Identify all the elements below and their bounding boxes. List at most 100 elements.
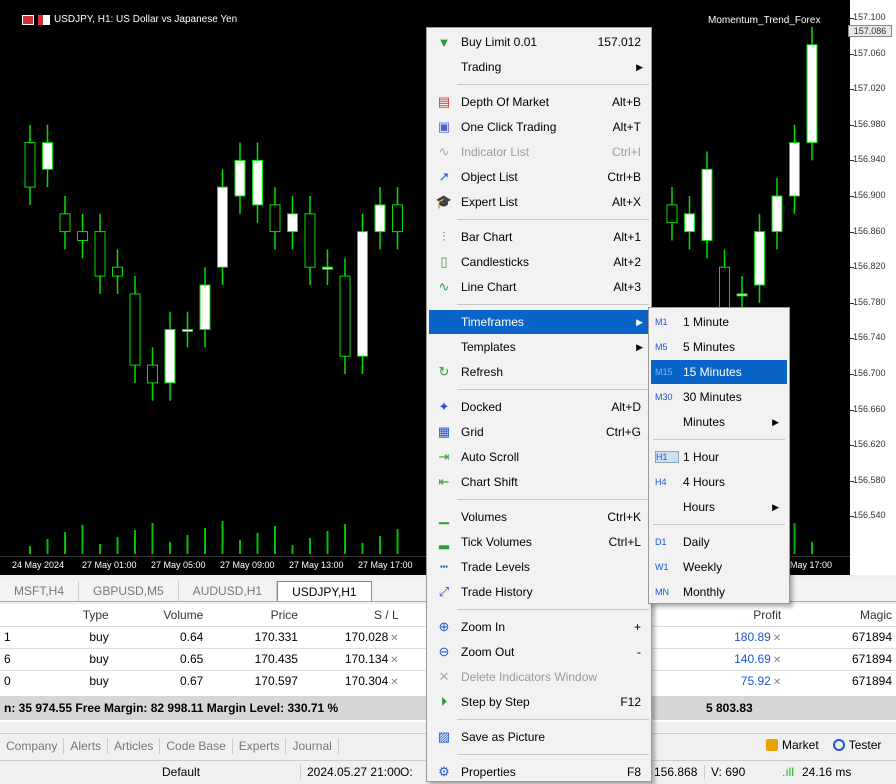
timeframe-code: H1 [655,451,679,463]
x-label: 27 May 17:00 [358,560,413,570]
menu-separator [457,84,649,85]
close-icon[interactable]: ✕ [773,655,781,666]
col-price[interactable]: Price [207,604,302,626]
y-label: 157.020 [853,83,886,94]
cell-sl[interactable]: 170.304 ✕ [301,669,403,692]
row-index: 1 [0,625,17,648]
toolbox-tab[interactable]: Alerts [64,737,109,754]
timeframe-item-H1[interactable]: H1 1 Hour [651,445,787,469]
menu-item-expert-list[interactable]: 🎓 Expert List Alt+X [429,190,649,214]
menu-label: Grid [461,425,484,439]
tester-button[interactable]: Tester [849,738,882,752]
menu-item-zoom-in[interactable]: ⊕ Zoom In + [429,615,649,639]
close-icon[interactable]: ✕ [773,677,781,688]
menu-item-step-by-step[interactable]: ⏵ Step by Step F12 [429,690,649,714]
toolbox-tab[interactable]: Company [0,737,65,754]
chart-tab[interactable]: USDJPY,H1 [277,581,372,601]
menu-item-buy-limit[interactable]: ▼ Buy Limit 0.01 157.012 [429,30,649,54]
menu-item-timeframes[interactable]: Timeframes ▶ [429,310,649,334]
menu-separator [457,719,649,720]
menu-separator [457,389,649,390]
status-datetime: 2024.05.27 21:00 [300,765,400,779]
timeframe-item-M5[interactable]: M5 5 Minutes [651,335,787,359]
y-label: 156.660 [853,403,886,414]
zoom-in-icon: ⊕ [438,619,450,634]
menu-item-bar-chart[interactable]: ⫶ Bar Chart Alt+1 [429,225,649,249]
chart-tab[interactable]: MSFT,H4 [0,581,80,601]
menu-shortcut: Ctrl+L [608,535,641,549]
menu-separator [457,304,649,305]
timeframe-item-D1[interactable]: D1 Daily [651,530,787,554]
menu-label: Tick Volumes [461,535,532,549]
close-icon[interactable]: ✕ [390,633,398,644]
close-icon[interactable]: ✕ [773,633,781,644]
menu-item-depth-of-market[interactable]: ▤ Depth Of Market Alt+B [429,90,649,114]
menu-item-templates[interactable]: Templates ▶ [429,335,649,359]
timeframe-item-M30[interactable]: M30 30 Minutes [651,385,787,409]
menu-item-candlesticks[interactable]: ▯ Candlesticks Alt+2 [429,250,649,274]
timeframe-label: Monthly [683,585,726,599]
toolbox-tab[interactable]: Code Base [160,737,233,754]
timeframe-item-M15[interactable]: M15 15 Minutes [651,360,787,384]
menu-item-chart-shift[interactable]: ⇤ Chart Shift [429,470,649,494]
status-price: 156.868 [654,765,698,779]
menu-label: Auto Scroll [461,450,520,464]
submenu-arrow-icon: ▶ [636,316,643,327]
timeframe-item-H4[interactable]: H4 4 Hours [651,470,787,494]
menu-shortcut: F12 [620,695,641,709]
menu-item-one-click-trading[interactable]: ▣ One Click Trading Alt+T [429,115,649,139]
status-profile[interactable]: Default [162,765,200,779]
candle-body [252,159,263,206]
cell-sl[interactable]: 170.028 ✕ [301,625,403,648]
col-profit[interactable]: Profit [674,604,785,626]
step-icon: ⏵ [440,694,448,709]
candle-body [736,293,748,297]
menu-item-line-chart[interactable]: ∿ Line Chart Alt+3 [429,275,649,299]
chart-tab[interactable]: AUDUSD,H1 [179,581,278,601]
y-label: 156.980 [853,118,886,129]
timeframe-item-hours[interactable]: Hours ▶ [651,495,787,519]
status-open: O: [400,765,413,779]
timeframe-item-MN[interactable]: MN Monthly [651,580,787,604]
menu-item-properties[interactable]: ⚙ Properties F8 [429,760,649,784]
menu-item-auto-scroll[interactable]: ⇥ Auto Scroll [429,445,649,469]
menu-item-trade-history[interactable]: ⤢ Trade History [429,580,649,604]
col-volume[interactable]: Volume [113,604,208,626]
toolbox-tab[interactable]: Experts [233,737,287,754]
menu-item-tick-volumes[interactable]: ▂ Tick Volumes Ctrl+L [429,530,649,554]
timeframe-item-W1[interactable]: W1 Weekly [651,555,787,579]
menu-shortcut: Alt+2 [613,255,641,269]
menu-item-volumes[interactable]: ▁ Volumes Ctrl+K [429,505,649,529]
menu-item-trade-levels[interactable]: ┅ Trade Levels [429,555,649,579]
menu-label: Buy Limit 0.01 [461,35,538,49]
chart-tab[interactable]: GBPUSD,M5 [79,581,179,601]
timeframe-item-minutes[interactable]: Minutes ▶ [651,410,787,434]
col-magic[interactable]: Magic [785,604,896,626]
price-axis[interactable]: 157.100 157.060 157.020 156.980 156.940 156.9… [850,0,896,575]
cell-type: buy [16,647,113,670]
menu-item-docked[interactable]: ✦ Docked Alt+D [429,395,649,419]
sl-value: 170.304 [344,674,389,689]
menu-item-refresh[interactable]: ↻ Refresh [429,360,649,384]
timeframe-label: 1 Hour [683,450,720,464]
profit-value: 140.69 [734,652,771,666]
menu-shortcut: Ctrl+B [607,170,641,184]
candle-body [392,204,403,233]
menu-item-zoom-out[interactable]: ⊖ Zoom Out - [429,640,649,664]
menu-item-object-list[interactable]: ↗ Object List Ctrl+B [429,165,649,189]
menu-item-save-as-picture[interactable]: ▨ Save as Picture [429,725,649,749]
col-sl[interactable]: S / L [302,604,403,626]
menu-item-grid[interactable]: ▦ Grid Ctrl+G [429,420,649,444]
market-button[interactable]: Market [782,738,819,752]
close-icon[interactable]: ✕ [390,655,398,666]
menu-item-trading[interactable]: Trading ▶ [429,55,649,79]
menu-separator [457,499,649,500]
col-type[interactable]: Type [16,604,113,626]
candle-body [754,231,765,286]
toolbox-tab[interactable]: Articles [108,737,161,754]
cell-type: buy [16,625,113,648]
timeframe-item-M1[interactable]: M1 1 Minute [651,310,787,334]
close-icon[interactable]: ✕ [390,677,398,688]
toolbox-tab[interactable]: Journal [286,737,339,754]
cell-sl[interactable]: 170.134 ✕ [301,647,403,670]
